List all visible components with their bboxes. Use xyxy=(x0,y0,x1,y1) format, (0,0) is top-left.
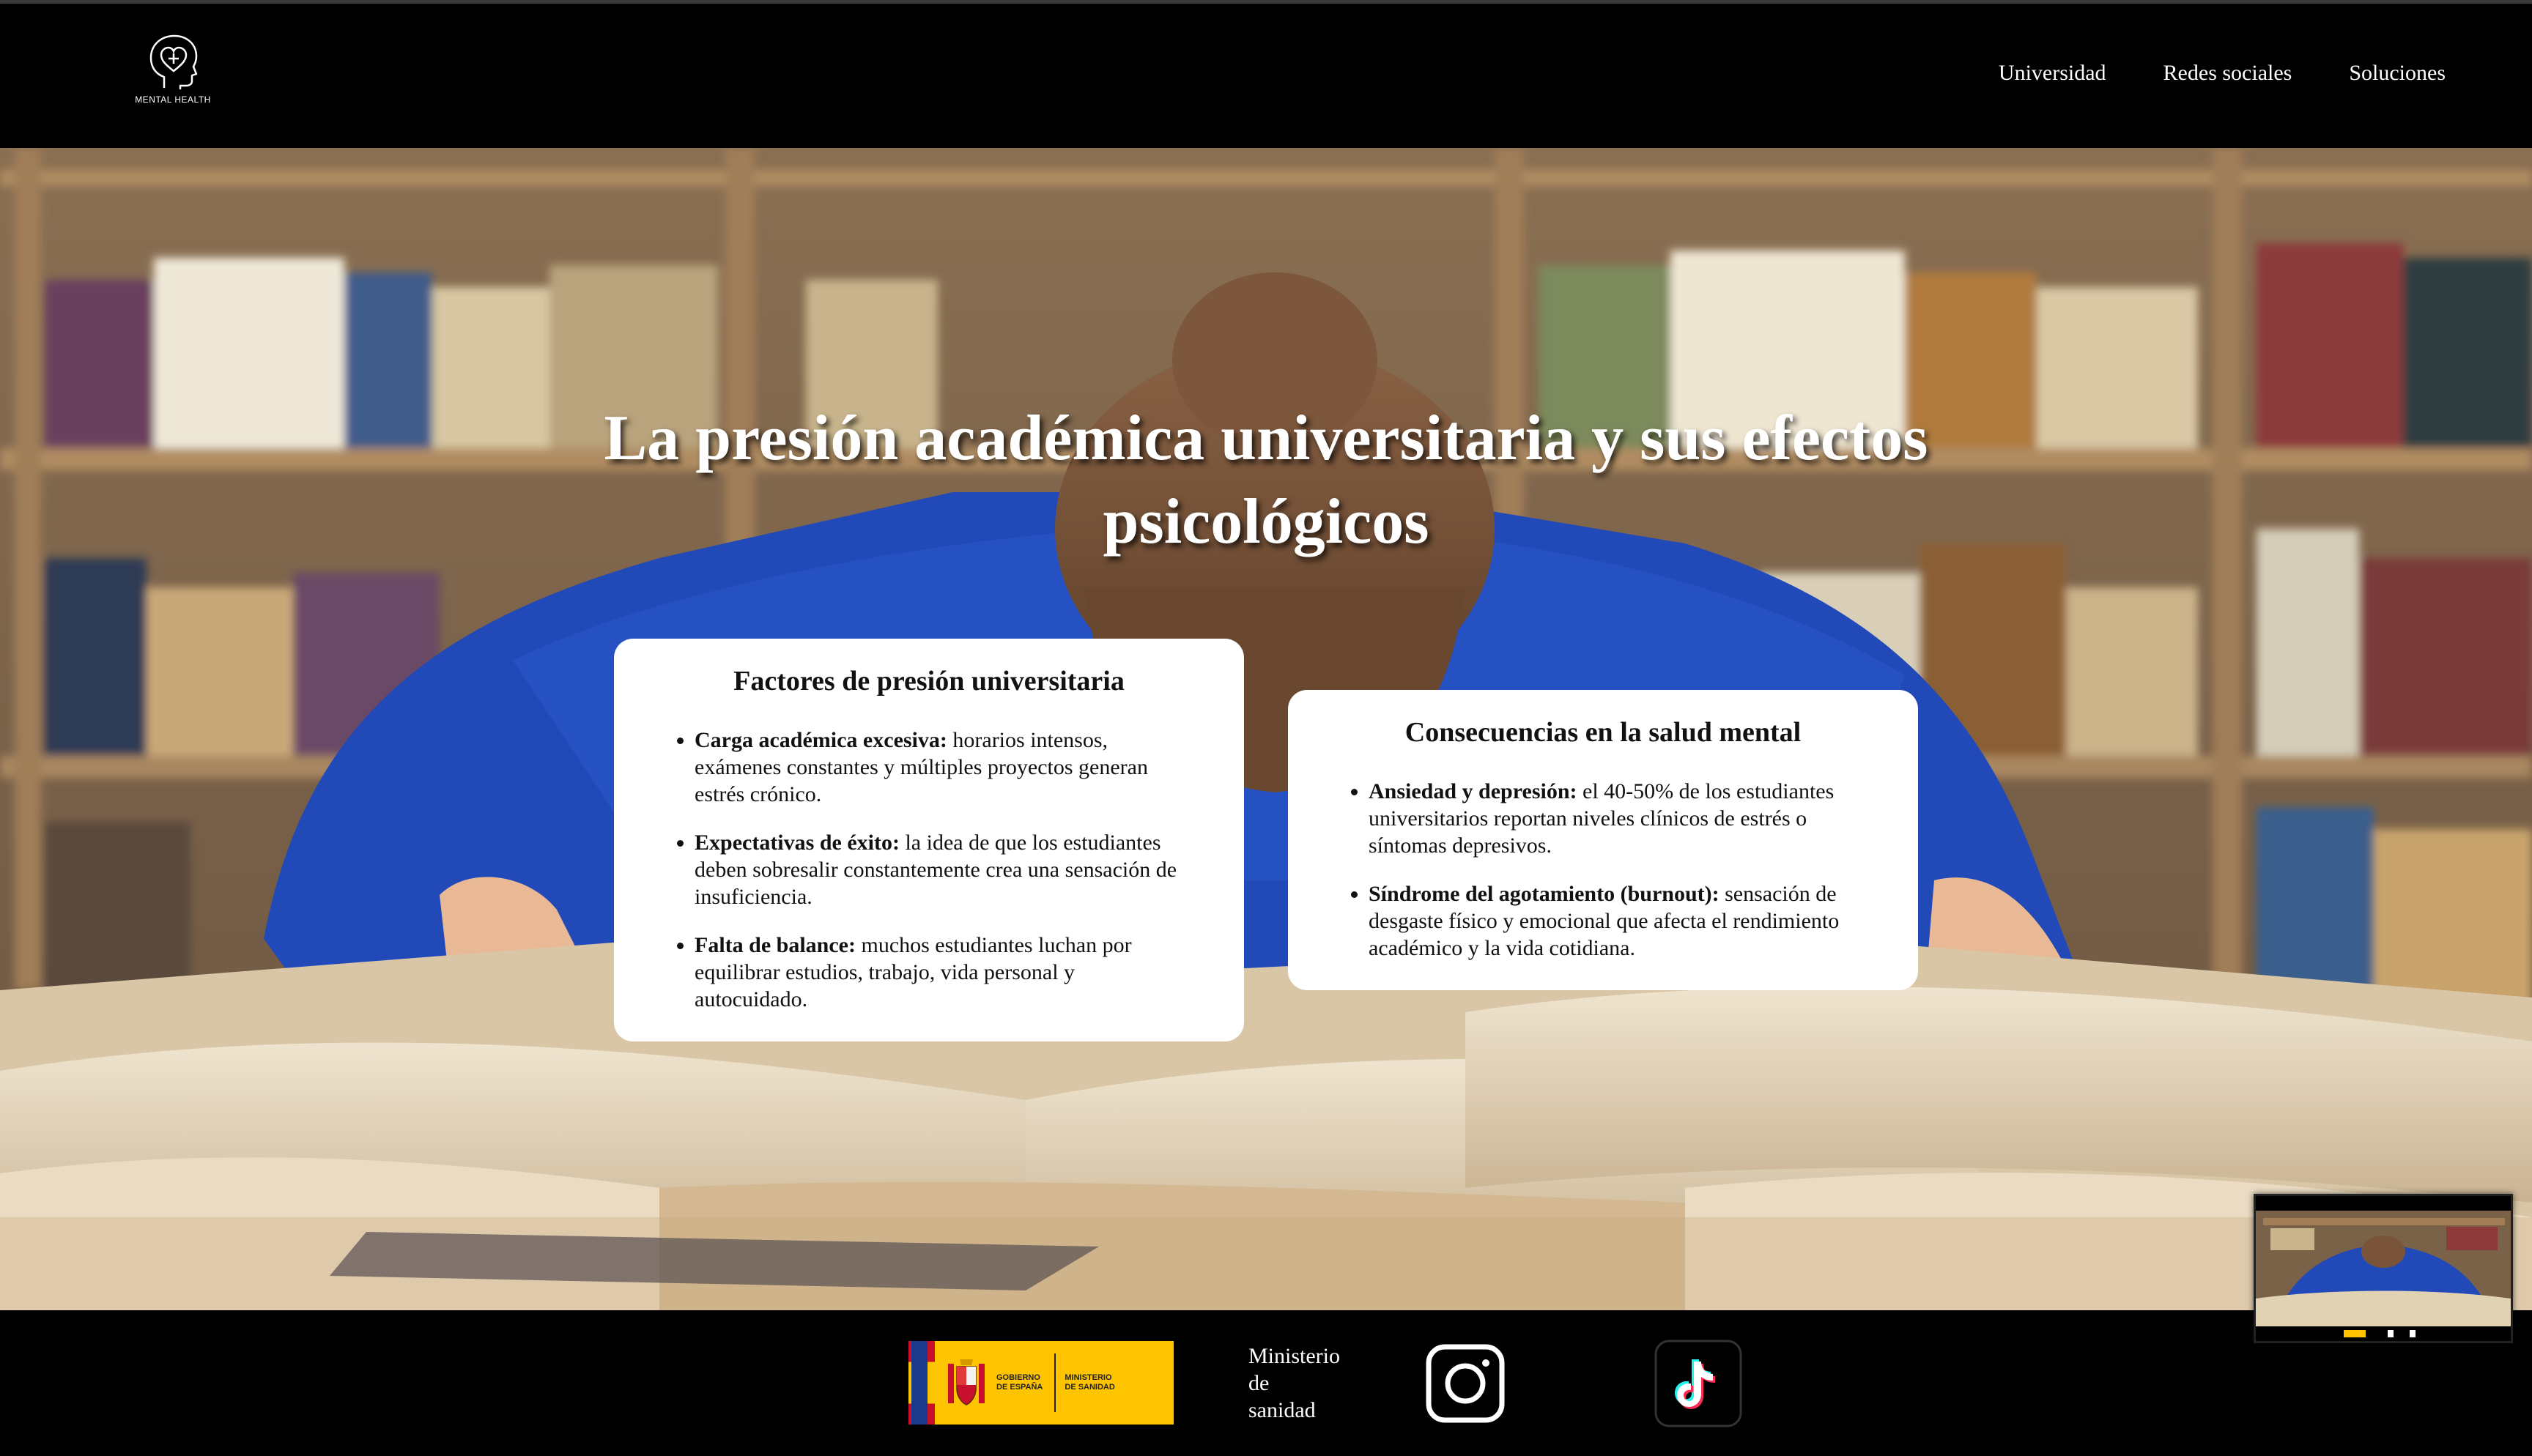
ministerio-label[interactable]: Ministerio de sanidad xyxy=(1248,1342,1366,1424)
site-logo[interactable]: MENTAL HEALTH xyxy=(132,30,214,118)
logo-text: MENTAL HEALTH xyxy=(135,94,211,105)
gov-logo-body: GOBIERNO DE ESPAÑA MINISTERIO DE SANIDAD xyxy=(935,1341,1174,1425)
ministerio-line: sanidad xyxy=(1248,1398,1316,1422)
list-item: Falta de balance: muchos estudiantes luc… xyxy=(695,932,1193,1013)
factor-list: Carga académica excesiva: horarios inten… xyxy=(665,727,1193,1013)
instagram-icon xyxy=(1426,1344,1505,1423)
item-term: Síndrome del agotamiento (burnout): xyxy=(1369,882,1720,906)
list-item: Ansiedad y depresión: el 40-50% de los e… xyxy=(1369,778,1867,859)
gov-divider xyxy=(1054,1353,1056,1412)
card-title: Factores de presión universitaria xyxy=(733,666,1125,697)
hero-section: La presión académica universitaria y sus… xyxy=(0,148,2532,1310)
ministerio-line: Ministerio xyxy=(1248,1344,1340,1368)
consequence-list: Ansiedad y depresión: el 40-50% de los e… xyxy=(1339,778,1867,962)
card-consecuencias: Consecuencias en la salud mental Ansieda… xyxy=(1288,690,1918,990)
site-footer: GOBIERNO DE ESPAÑA MINISTERIO DE SANIDAD… xyxy=(0,1310,2532,1456)
gobierno-text: GOBIERNO DE ESPAÑA xyxy=(996,1373,1043,1392)
ministerio-line: de xyxy=(1248,1371,1270,1395)
instagram-link[interactable] xyxy=(1421,1340,1509,1427)
site-header: MENTAL HEALTH Universidad Redes sociales… xyxy=(0,0,2532,148)
coat-of-arms-icon xyxy=(948,1359,985,1405)
head-heart-icon xyxy=(149,34,198,90)
item-term: Expectativas de éxito: xyxy=(695,831,900,855)
card-factores: Factores de presión universitaria Carga … xyxy=(614,639,1244,1041)
main-nav: Universidad Redes sociales Soluciones xyxy=(1999,62,2446,84)
item-term: Carga académica excesiva: xyxy=(695,728,947,752)
hero-background-image xyxy=(0,148,2532,1310)
screen-preview-thumbnail[interactable] xyxy=(2254,1194,2513,1343)
screen-preview-image xyxy=(2256,1196,2511,1341)
list-item: Síndrome del agotamiento (burnout): sens… xyxy=(1369,880,1867,962)
list-item: Carga académica excesiva: horarios inten… xyxy=(695,727,1193,808)
page-title: La presión académica universitaria y sus… xyxy=(604,403,1928,557)
nav-universidad[interactable]: Universidad xyxy=(1999,62,2106,84)
item-term: Ansiedad y depresión: xyxy=(1369,779,1577,803)
ministerio-sanidad-text: MINISTERIO DE SANIDAD xyxy=(1065,1373,1114,1392)
list-item: Expectativas de éxito: la idea de que lo… xyxy=(695,829,1193,910)
tiktok-icon xyxy=(1654,1340,1742,1427)
gov-line4: DE SANIDAD xyxy=(1065,1383,1115,1392)
item-term: Falta de balance: xyxy=(695,933,856,957)
gov-line1: GOBIERNO xyxy=(996,1373,1040,1382)
tiktok-link[interactable] xyxy=(1654,1340,1742,1427)
nav-redes-sociales[interactable]: Redes sociales xyxy=(2163,62,2292,84)
eu-flag-stripe xyxy=(908,1341,935,1425)
card-title: Consecuencias en la salud mental xyxy=(1404,717,1802,748)
gov-line3: MINISTERIO xyxy=(1065,1373,1112,1382)
nav-soluciones[interactable]: Soluciones xyxy=(2349,62,2446,84)
gov-line2: DE ESPAÑA xyxy=(996,1383,1043,1392)
gobierno-logo[interactable]: GOBIERNO DE ESPAÑA MINISTERIO DE SANIDAD xyxy=(908,1341,1174,1425)
